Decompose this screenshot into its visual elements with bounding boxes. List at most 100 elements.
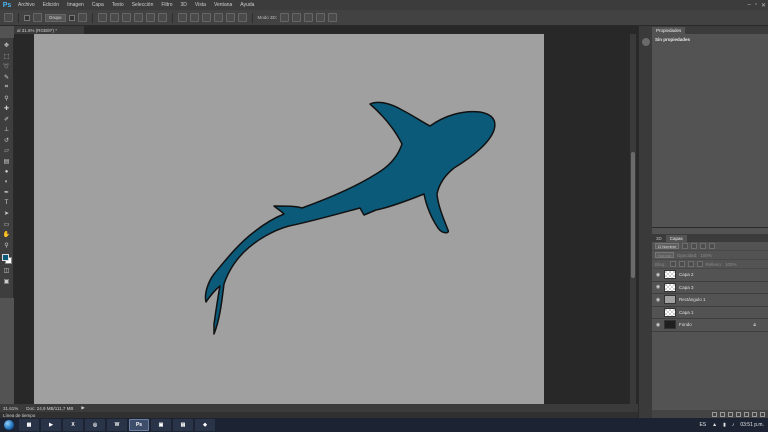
- slide-3d-button[interactable]: [316, 13, 326, 22]
- align-top-button[interactable]: [97, 13, 107, 22]
- menu-imagen[interactable]: Imagen: [63, 2, 88, 8]
- type-tool-icon[interactable]: T: [2, 199, 12, 209]
- menu-vista[interactable]: Vista: [191, 2, 210, 8]
- menu-capa[interactable]: Capa: [88, 2, 108, 8]
- distribute-left-button[interactable]: [213, 13, 223, 22]
- layer-filter-select[interactable]: Ω Nombre: [655, 243, 680, 249]
- filter-pixel-icon[interactable]: [682, 243, 689, 249]
- align-hcenter-button[interactable]: [145, 13, 155, 22]
- foreground-color-swatch[interactable]: [1, 254, 9, 261]
- path-select-tool-icon[interactable]: ➤: [2, 209, 12, 219]
- vertical-scroll-thumb[interactable]: [631, 152, 635, 278]
- brush-tool-icon[interactable]: ✐: [2, 115, 12, 125]
- history-brush-tool-icon[interactable]: ↺: [2, 136, 12, 146]
- menu-archivo[interactable]: Archivo: [14, 2, 39, 8]
- new-layer-icon[interactable]: [752, 411, 757, 417]
- menu-3d[interactable]: 3D: [177, 2, 191, 8]
- minimize-icon[interactable]: –: [747, 2, 750, 8]
- vertical-scrollbar[interactable]: [630, 34, 636, 404]
- distribute-top-button[interactable]: [177, 13, 187, 22]
- fill-value[interactable]: 100%: [725, 262, 737, 267]
- status-menu-arrow-icon[interactable]: ▶: [81, 405, 84, 411]
- move-tool-preset-button[interactable]: [4, 13, 13, 22]
- distribute-hcenter-button[interactable]: [225, 13, 235, 22]
- eraser-tool-icon[interactable]: ▱: [2, 146, 12, 156]
- quick-mask-icon[interactable]: ◫: [2, 266, 12, 276]
- screen-mode-icon[interactable]: ▣: [2, 277, 12, 287]
- image-canvas[interactable]: [34, 34, 544, 404]
- taskbar-app-icon[interactable]: ◆: [195, 419, 215, 431]
- taskbar-word-icon[interactable]: W: [107, 419, 127, 431]
- distribute-bottom-button[interactable]: [201, 13, 211, 22]
- lock-position-icon[interactable]: [687, 261, 694, 267]
- lasso-tool-icon[interactable]: ➰: [2, 62, 12, 72]
- adjustment-layer-icon[interactable]: [736, 411, 741, 417]
- zoom-tool-icon[interactable]: ⚲: [2, 241, 12, 251]
- tray-arrow-icon[interactable]: ▲: [712, 422, 717, 428]
- visibility-eye-icon[interactable]: ◉: [655, 322, 661, 328]
- lock-transparent-icon[interactable]: [669, 261, 676, 267]
- taskbar-excel-icon[interactable]: X: [63, 419, 83, 431]
- layer-row[interactable]: ◉ Fondo 🔒︎: [652, 319, 768, 332]
- link-layers-icon[interactable]: [712, 411, 717, 417]
- language-indicator[interactable]: ES: [699, 422, 706, 428]
- eyedropper-tool-icon[interactable]: ⚲: [2, 94, 12, 104]
- move-tool-icon[interactable]: ✥: [2, 41, 12, 51]
- drag-3d-button[interactable]: [304, 13, 314, 22]
- visibility-eye-icon[interactable]: ◉: [655, 297, 661, 303]
- tab-layers[interactable]: Capas: [665, 235, 687, 242]
- tab-3d[interactable]: 3D: [652, 235, 666, 242]
- taskbar-photoshop-button[interactable]: Ps: [129, 419, 149, 431]
- marquee-tool-icon[interactable]: ⬚: [2, 52, 12, 62]
- network-icon[interactable]: ▮: [723, 422, 726, 428]
- taskbar-app-icon[interactable]: ▣: [151, 419, 171, 431]
- close-icon[interactable]: ✕: [761, 2, 766, 9]
- blur-tool-icon[interactable]: ●: [2, 167, 12, 177]
- opacity-value[interactable]: 100%: [700, 253, 712, 258]
- delete-layer-icon[interactable]: [760, 411, 765, 417]
- start-button[interactable]: [0, 418, 18, 432]
- menu-ayuda[interactable]: Ayuda: [236, 2, 258, 8]
- scale-3d-button[interactable]: [328, 13, 338, 22]
- clone-stamp-tool-icon[interactable]: ⊥: [2, 125, 12, 135]
- blend-mode-select[interactable]: Normal: [655, 252, 674, 258]
- roll-3d-button[interactable]: [292, 13, 302, 22]
- layer-row[interactable]: ◉ Rectángulo 1: [652, 294, 768, 307]
- visibility-eye-icon[interactable]: ◉: [655, 284, 661, 290]
- layer-row[interactable]: Capa 1: [652, 307, 768, 319]
- menu-filtro[interactable]: Filtro: [157, 2, 176, 8]
- distribute-vcenter-button[interactable]: [189, 13, 199, 22]
- dodge-tool-icon[interactable]: ◐: [2, 178, 12, 188]
- hand-tool-icon[interactable]: ✋: [2, 230, 12, 240]
- align-right-button[interactable]: [157, 13, 167, 22]
- transform-controls-checkbox[interactable]: [68, 14, 75, 21]
- new-group-icon[interactable]: [744, 411, 749, 417]
- align-bottom-button[interactable]: [121, 13, 131, 22]
- healing-brush-tool-icon[interactable]: ✚: [2, 104, 12, 114]
- visibility-eye-icon[interactable]: ◉: [655, 272, 661, 278]
- maximize-icon[interactable]: ▫: [755, 2, 757, 8]
- layer-row[interactable]: ◉ Capa 3: [652, 282, 768, 294]
- lock-image-icon[interactable]: [678, 261, 685, 267]
- menu-ventana[interactable]: Ventana: [210, 2, 236, 8]
- filter-type-icon[interactable]: [700, 243, 707, 249]
- quick-select-tool-icon[interactable]: ✎: [2, 73, 12, 83]
- panel-icon[interactable]: [642, 38, 650, 46]
- taskbar-media-icon[interactable]: ▶: [41, 419, 61, 431]
- filter-shape-icon[interactable]: [709, 243, 716, 249]
- layer-row[interactable]: ◉ Capa 2: [652, 269, 768, 282]
- taskbar-app-icon[interactable]: ▤: [173, 419, 193, 431]
- taskbar-chrome-icon[interactable]: ◎: [85, 419, 105, 431]
- distribute-right-button[interactable]: [237, 13, 247, 22]
- clock[interactable]: 03:51 p.m.: [740, 422, 764, 428]
- layer-mask-icon[interactable]: [728, 411, 733, 417]
- menu-edicion[interactable]: Edición: [39, 2, 63, 8]
- filter-adjust-icon[interactable]: [691, 243, 698, 249]
- align-left-button[interactable]: [133, 13, 143, 22]
- layer-style-icon[interactable]: [720, 411, 725, 417]
- lock-all-icon[interactable]: [696, 261, 703, 267]
- auto-select-mode-select[interactable]: Grupo: [45, 13, 66, 22]
- gradient-tool-icon[interactable]: ▤: [2, 157, 12, 167]
- rotate-3d-button[interactable]: [280, 13, 290, 22]
- crop-tool-icon[interactable]: ⌗: [2, 83, 12, 93]
